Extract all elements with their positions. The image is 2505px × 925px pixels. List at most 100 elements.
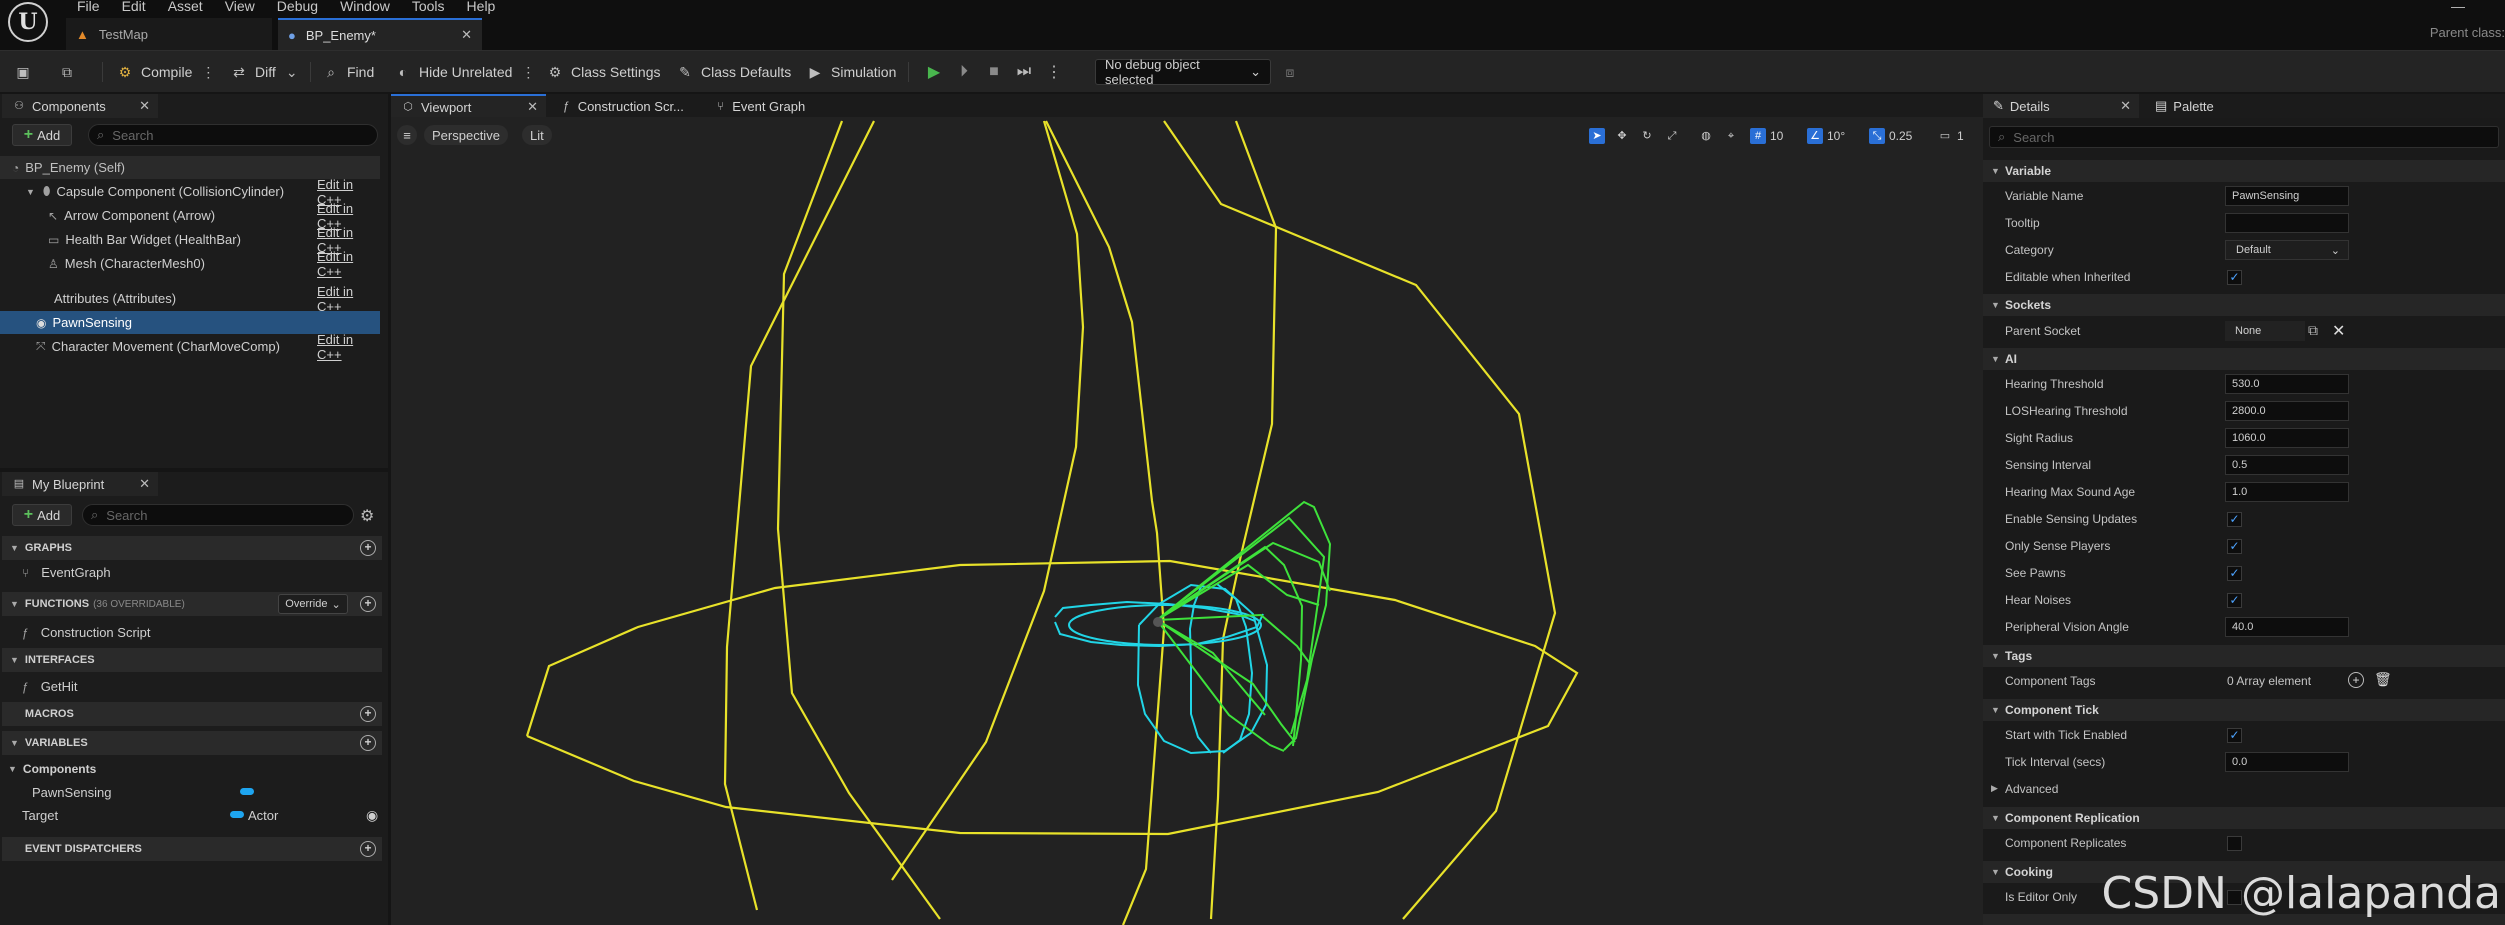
trash-icon[interactable]: 🗑: [2374, 671, 2392, 688]
close-icon[interactable]: ✕: [527, 99, 538, 115]
more-options-icon[interactable]: ⋮: [519, 63, 537, 81]
number-field[interactable]: 0.5: [2225, 455, 2349, 475]
perspective-button[interactable]: Perspective: [424, 125, 508, 145]
section-graphs[interactable]: ▼ GRAPHS +: [2, 536, 382, 560]
override-dropdown[interactable]: Override ⌄: [278, 594, 348, 614]
add-function-icon[interactable]: +: [360, 596, 376, 612]
scale-snap-button[interactable]: ⤡ 0.25: [1869, 127, 1912, 145]
menu-edit[interactable]: Edit: [111, 0, 157, 14]
search-input[interactable]: [112, 127, 377, 143]
viewport-scene[interactable]: [391, 117, 1983, 925]
menu-tools[interactable]: Tools: [401, 0, 456, 14]
translate-mode-button[interactable]: ✥: [1614, 127, 1630, 145]
number-field[interactable]: 40.0: [2225, 617, 2349, 637]
add-dispatcher-icon[interactable]: +: [360, 841, 376, 857]
stop-icon[interactable]: ■: [983, 61, 1005, 83]
step-icon[interactable]: ⏵: [953, 61, 975, 83]
surface-snap-button[interactable]: ⌖: [1723, 127, 1739, 145]
scale-mode-button[interactable]: ⤢: [1664, 127, 1680, 145]
checkbox[interactable]: ✓: [2227, 593, 2242, 608]
category-variable[interactable]: ▼ Variable: [1983, 160, 2505, 182]
add-variable-icon[interactable]: +: [360, 735, 376, 751]
edit-in-cpp-link[interactable]: Edit in C++: [317, 284, 380, 314]
components-search[interactable]: ⌕: [88, 124, 378, 146]
rotate-mode-button[interactable]: ↻: [1639, 127, 1655, 145]
collapse-icon[interactable]: ▼: [26, 187, 35, 197]
select-mode-button[interactable]: ➤: [1589, 127, 1605, 145]
tab-details[interactable]: ✎ Details ✕: [1983, 94, 2139, 118]
menu-help[interactable]: Help: [456, 0, 507, 14]
number-field[interactable]: 0.0: [2225, 752, 2349, 772]
row-advanced[interactable]: ▶ Advanced: [1983, 776, 2505, 803]
tab-palette[interactable]: ▤ Palette: [2145, 94, 2301, 118]
rotation-snap-button[interactable]: ∠ 10°: [1807, 127, 1845, 145]
play-icon[interactable]: ▶: [923, 61, 945, 83]
more-options-icon[interactable]: ⋮: [199, 63, 217, 81]
simulation-button[interactable]: ▶ Simulation: [806, 59, 897, 85]
hide-unrelated-button[interactable]: ◐ Hide Unrelated ⋮: [394, 59, 537, 85]
search-input[interactable]: [106, 507, 353, 523]
edit-in-cpp-link[interactable]: Edit in C++: [317, 249, 380, 279]
section-functions[interactable]: ▼ FUNCTIONS (36 OVERRIDABLE) Override ⌄ …: [2, 592, 382, 616]
diff-button[interactable]: ⇄ Diff ⌄: [230, 59, 301, 85]
category-dropdown[interactable]: Default ⌄: [2225, 240, 2349, 260]
grid-snap-button[interactable]: # 10: [1750, 127, 1783, 145]
add-element-icon[interactable]: +: [2348, 672, 2364, 688]
coordinate-system-button[interactable]: ◍: [1698, 127, 1714, 145]
search-input[interactable]: [2013, 129, 2498, 145]
checkbox[interactable]: ✓: [2227, 566, 2242, 581]
checkbox[interactable]: ✓: [2227, 539, 2242, 554]
construction-script-item[interactable]: ƒ Construction Script: [22, 625, 151, 640]
minimize-button[interactable]: —: [2451, 0, 2465, 13]
category-sockets[interactable]: ▼ Sockets: [1983, 294, 2505, 316]
menu-file[interactable]: File: [66, 0, 111, 14]
add-graph-icon[interactable]: +: [360, 540, 376, 556]
debug-filter-button[interactable]: ⧈: [1281, 59, 1299, 85]
class-settings-button[interactable]: ⚙ Class Settings: [546, 59, 661, 85]
menu-view[interactable]: View: [214, 0, 266, 14]
category-component-replication[interactable]: ▼ Component Replication: [1983, 807, 2505, 829]
eye-icon[interactable]: ◉: [366, 807, 378, 824]
camera-speed-button[interactable]: ▭ 1: [1937, 127, 1964, 145]
variable-target[interactable]: Target Actor ◉: [22, 807, 382, 824]
more-options-icon[interactable]: ⋮: [1043, 61, 1065, 83]
clear-icon[interactable]: ✕: [2332, 321, 2345, 341]
close-icon[interactable]: ✕: [139, 98, 150, 114]
menu-debug[interactable]: Debug: [266, 0, 329, 14]
add-component-button[interactable]: + Add: [12, 124, 72, 146]
save-button[interactable]: ▣: [14, 59, 32, 85]
close-icon[interactable]: ✕: [461, 27, 472, 43]
section-variables[interactable]: ▼ VARIABLES +: [2, 731, 382, 755]
lit-button[interactable]: Lit: [522, 125, 552, 145]
menu-window[interactable]: Window: [329, 0, 401, 14]
edit-in-cpp-link[interactable]: Edit in C++: [317, 332, 380, 362]
tab-my-blueprint[interactable]: ▤ My Blueprint ✕: [2, 472, 158, 496]
number-field[interactable]: 530.0: [2225, 374, 2349, 394]
close-icon[interactable]: ✕: [2120, 98, 2131, 114]
gear-icon[interactable]: ⚙: [360, 506, 374, 526]
checkbox[interactable]: ✓: [2227, 512, 2242, 527]
variable-name-field[interactable]: PawnSensing: [2225, 186, 2349, 206]
tab-components[interactable]: ⚇ Components ✕: [2, 94, 158, 118]
section-interfaces[interactable]: ▼ INTERFACES: [2, 648, 382, 672]
tab-viewport[interactable]: ⬡ Viewport ✕: [391, 94, 546, 118]
section-event-dispatchers[interactable]: ▼ EVENT DISPATCHERS +: [2, 837, 382, 861]
browse-button[interactable]: ⧉: [58, 59, 76, 85]
category-tags[interactable]: ▼ Tags: [1983, 645, 2505, 667]
category-component-tick[interactable]: ▼ Component Tick: [1983, 699, 2505, 721]
editable-checkbox[interactable]: ✓: [2227, 270, 2242, 285]
tooltip-field[interactable]: [2225, 213, 2349, 233]
gethit-item[interactable]: ƒ GetHit: [22, 679, 78, 694]
section-macros[interactable]: ▼ MACROS +: [2, 702, 382, 726]
debug-object-select[interactable]: No debug object selected ⌄: [1095, 57, 1271, 87]
component-row[interactable]: ♙ Mesh (CharacterMesh0) Edit in C++: [0, 249, 380, 279]
number-field[interactable]: 2800.0: [2225, 401, 2349, 421]
compile-button[interactable]: ⚙ Compile ⋮: [116, 59, 217, 85]
number-field[interactable]: 1.0: [2225, 482, 2349, 502]
tab-testmap[interactable]: ▲ TestMap: [66, 18, 272, 50]
variable-pawnsensing[interactable]: PawnSensing: [32, 785, 372, 800]
number-field[interactable]: 1060.0: [2225, 428, 2349, 448]
find-button[interactable]: ⌕ Find: [322, 59, 374, 85]
viewport-menu-icon[interactable]: ≡: [397, 125, 417, 145]
checkbox[interactable]: [2227, 836, 2242, 851]
